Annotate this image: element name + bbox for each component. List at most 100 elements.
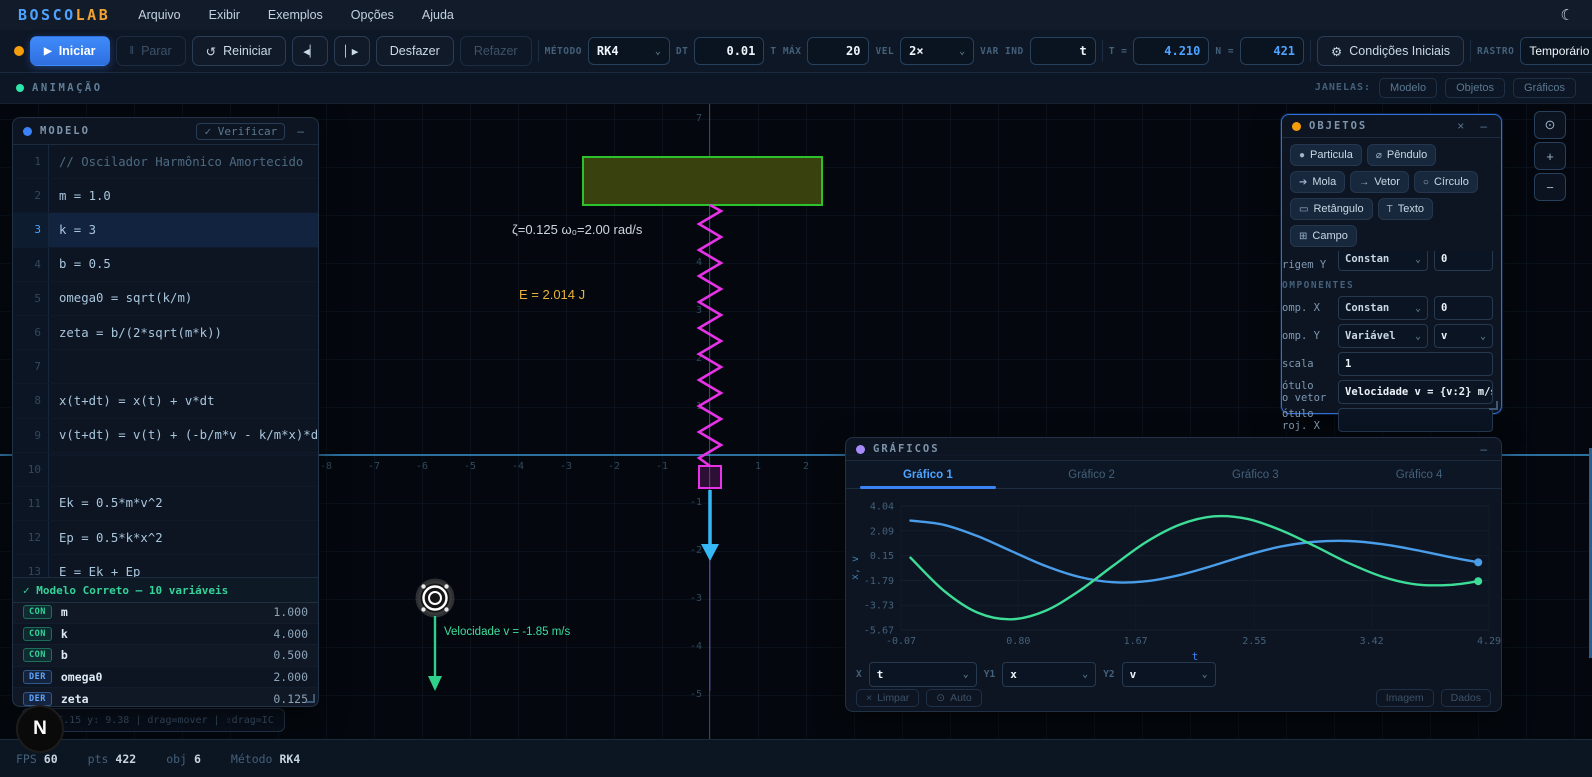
y1-axis-select[interactable]: x ⌄	[1002, 662, 1096, 687]
menu-item-exemplos[interactable]: Exemplos	[268, 8, 323, 22]
limpar-label: Limpar	[877, 692, 909, 704]
escala-label: scala	[1282, 358, 1332, 370]
escala-input[interactable]: 1	[1338, 352, 1493, 376]
resize-grip[interactable]	[1489, 401, 1498, 410]
code-line[interactable]: 2m = 1.0	[13, 179, 318, 213]
iniciar-button[interactable]: ▶ Iniciar	[30, 36, 110, 66]
comp-y-var-select[interactable]: v ⌄	[1434, 324, 1493, 348]
code-line[interactable]: 10	[13, 453, 318, 487]
comp-x-type-select[interactable]: Constan ⌄	[1338, 296, 1428, 320]
janelas-button-modelo[interactable]: Modelo	[1379, 78, 1437, 98]
chevron-down-icon: ⌄	[1082, 669, 1088, 680]
code-line[interactable]: 8x(t+dt) = x(t) + v*dt	[13, 384, 318, 418]
metodo-label: MÉTODO	[545, 46, 582, 57]
code-editor[interactable]: 1// Oscilador Harmônico Amortecido2m = 1…	[13, 145, 318, 577]
menu-item-arquivo[interactable]: Arquivo	[138, 8, 180, 22]
tool-button-particula[interactable]: ●Particula	[1290, 144, 1362, 166]
condicoes-iniciais-button[interactable]: ⚙ Condições Iniciais	[1317, 36, 1464, 66]
step-back-button[interactable]: ◀▏	[292, 36, 328, 66]
modelo-header[interactable]: MODELO ✓ Verificar –	[13, 118, 318, 145]
y2-axis-select[interactable]: v ⌄	[1122, 662, 1216, 687]
spring-mola[interactable]	[699, 205, 721, 466]
comp-x-type-value: Constan	[1345, 302, 1389, 314]
tab-grafico-3[interactable]: Gráfico 3	[1174, 461, 1338, 488]
code-line[interactable]: 9v(t+dt) = v(t) + (-b/m*v - k/m*x)*dt	[13, 419, 318, 453]
tab-grafico-2[interactable]: Gráfico 2	[1010, 461, 1174, 488]
graficos-header[interactable]: GRÁFICOS –	[846, 438, 1501, 461]
y-tick-label: 7	[676, 113, 702, 124]
variable-row: DERomega02.000	[13, 667, 318, 689]
code-line[interactable]: 7	[13, 350, 318, 384]
rotulo-proj-input[interactable]	[1338, 408, 1493, 432]
comp-x-input[interactable]: 0	[1434, 296, 1493, 320]
objetos-header[interactable]: OBJETOS × –	[1282, 115, 1501, 138]
menu-item-ajuda[interactable]: Ajuda	[422, 8, 454, 22]
step-forward-button[interactable]: ▏▶	[334, 36, 370, 66]
code-line-number: 7	[13, 350, 49, 383]
variable-name: zeta	[61, 692, 265, 706]
menu-item-exibir[interactable]: Exibir	[209, 8, 240, 22]
parar-button[interactable]: ‖ Parar	[116, 36, 186, 66]
modelo-minimize-button[interactable]: –	[293, 124, 308, 138]
tool-button-pêndulo[interactable]: ⌀Pêndulo	[1367, 144, 1436, 166]
objetos-minimize-button[interactable]: –	[1476, 119, 1491, 133]
comp-y-type-select[interactable]: Variável ⌄	[1338, 324, 1428, 348]
tool-button-mola[interactable]: ➔Mola	[1290, 171, 1345, 193]
fixed-support-rectangle[interactable]	[583, 157, 822, 205]
code-line[interactable]: 12Ep = 0.5*k*x^2	[13, 521, 318, 555]
tool-button-retângulo[interactable]: ▭Retângulo	[1290, 198, 1373, 220]
origem-y-type-select[interactable]: Constan ⌄	[1338, 251, 1428, 271]
imagem-button[interactable]: Imagem	[1376, 689, 1434, 707]
janelas-button-objetos[interactable]: Objetos	[1445, 78, 1505, 98]
vel-select[interactable]: 2× ⌄	[900, 37, 974, 65]
resize-grip[interactable]	[306, 694, 315, 703]
chevron-down-icon: ⌄	[1415, 254, 1421, 265]
code-line[interactable]: 11Ek = 0.5*m*v^2	[13, 487, 318, 521]
particle-wheel[interactable]	[418, 581, 452, 615]
tab-grafico-1[interactable]: Gráfico 1	[846, 461, 1010, 488]
tool-button-vetor[interactable]: →Vetor	[1350, 171, 1409, 193]
rotulo-vetor-input[interactable]: Velocidade v = {v:2} m/s	[1338, 380, 1493, 404]
code-line-number: 12	[13, 521, 49, 554]
code-line[interactable]: 3k = 3	[13, 213, 318, 247]
code-line[interactable]: 5omega0 = sqrt(k/m)	[13, 282, 318, 316]
code-line[interactable]: 4b = 0.5	[13, 248, 318, 282]
objetos-close-button[interactable]: ×	[1453, 119, 1468, 133]
zoom-out-button[interactable]: −	[1534, 173, 1566, 201]
rastro-select[interactable]: Temporário ⌄	[1520, 37, 1592, 65]
variable-value: 1.000	[273, 605, 308, 619]
dt-input[interactable]: 0.01	[694, 37, 764, 65]
theme-toggle-moon-icon[interactable]: ☾	[1561, 6, 1574, 24]
auto-button[interactable]: ⊙ Auto	[926, 689, 981, 707]
graficos-minimize-button[interactable]: –	[1476, 442, 1491, 456]
x-axis-select[interactable]: t ⌄	[869, 662, 977, 687]
refazer-button[interactable]: Refazer	[460, 36, 532, 66]
pause-icon: ‖	[130, 45, 135, 57]
varind-input[interactable]: t	[1030, 37, 1096, 65]
x-select-label: X	[856, 669, 862, 680]
code-line[interactable]: 6zeta = b/(2*sqrt(m*k))	[13, 316, 318, 350]
metodo-select[interactable]: RK4 ⌄	[588, 37, 670, 65]
tool-button-círculo[interactable]: ○Círculo	[1414, 171, 1478, 193]
zoom-in-button[interactable]: +	[1534, 142, 1566, 170]
tool-button-texto[interactable]: TTexto	[1378, 198, 1433, 220]
menu-bar: BOSCOLAB ArquivoExibirExemplosOpçõesAjud…	[0, 0, 1592, 31]
janelas-button-gráficos[interactable]: Gráficos	[1513, 78, 1576, 98]
chevron-down-icon: ⌄	[1480, 331, 1486, 342]
code-line[interactable]: 13E = Ek + Ep	[13, 555, 318, 577]
origem-y-input[interactable]: 0	[1434, 251, 1493, 271]
tool-button-campo[interactable]: ⊞Campo	[1290, 225, 1357, 247]
tmax-input[interactable]: 20	[807, 37, 869, 65]
code-line[interactable]: 1// Oscilador Harmônico Amortecido	[13, 145, 318, 179]
tab-grafico-4[interactable]: Gráfico 4	[1337, 461, 1501, 488]
zeta-omega-annotation: ζ=0.125 ω₀=2.00 rad/s	[512, 222, 642, 237]
parar-label: Parar	[141, 44, 172, 58]
menu-item-opções[interactable]: Opções	[351, 8, 394, 22]
dados-button[interactable]: Dados	[1441, 689, 1491, 707]
desfazer-button[interactable]: Desfazer	[376, 36, 454, 66]
reset-view-button[interactable]: ⊙	[1534, 111, 1566, 139]
reiniciar-button[interactable]: ↺ Reiniciar	[192, 36, 286, 66]
mass-square[interactable]	[699, 466, 721, 488]
verificar-button[interactable]: ✓ Verificar	[196, 123, 285, 140]
limpar-button[interactable]: × Limpar	[856, 689, 919, 707]
